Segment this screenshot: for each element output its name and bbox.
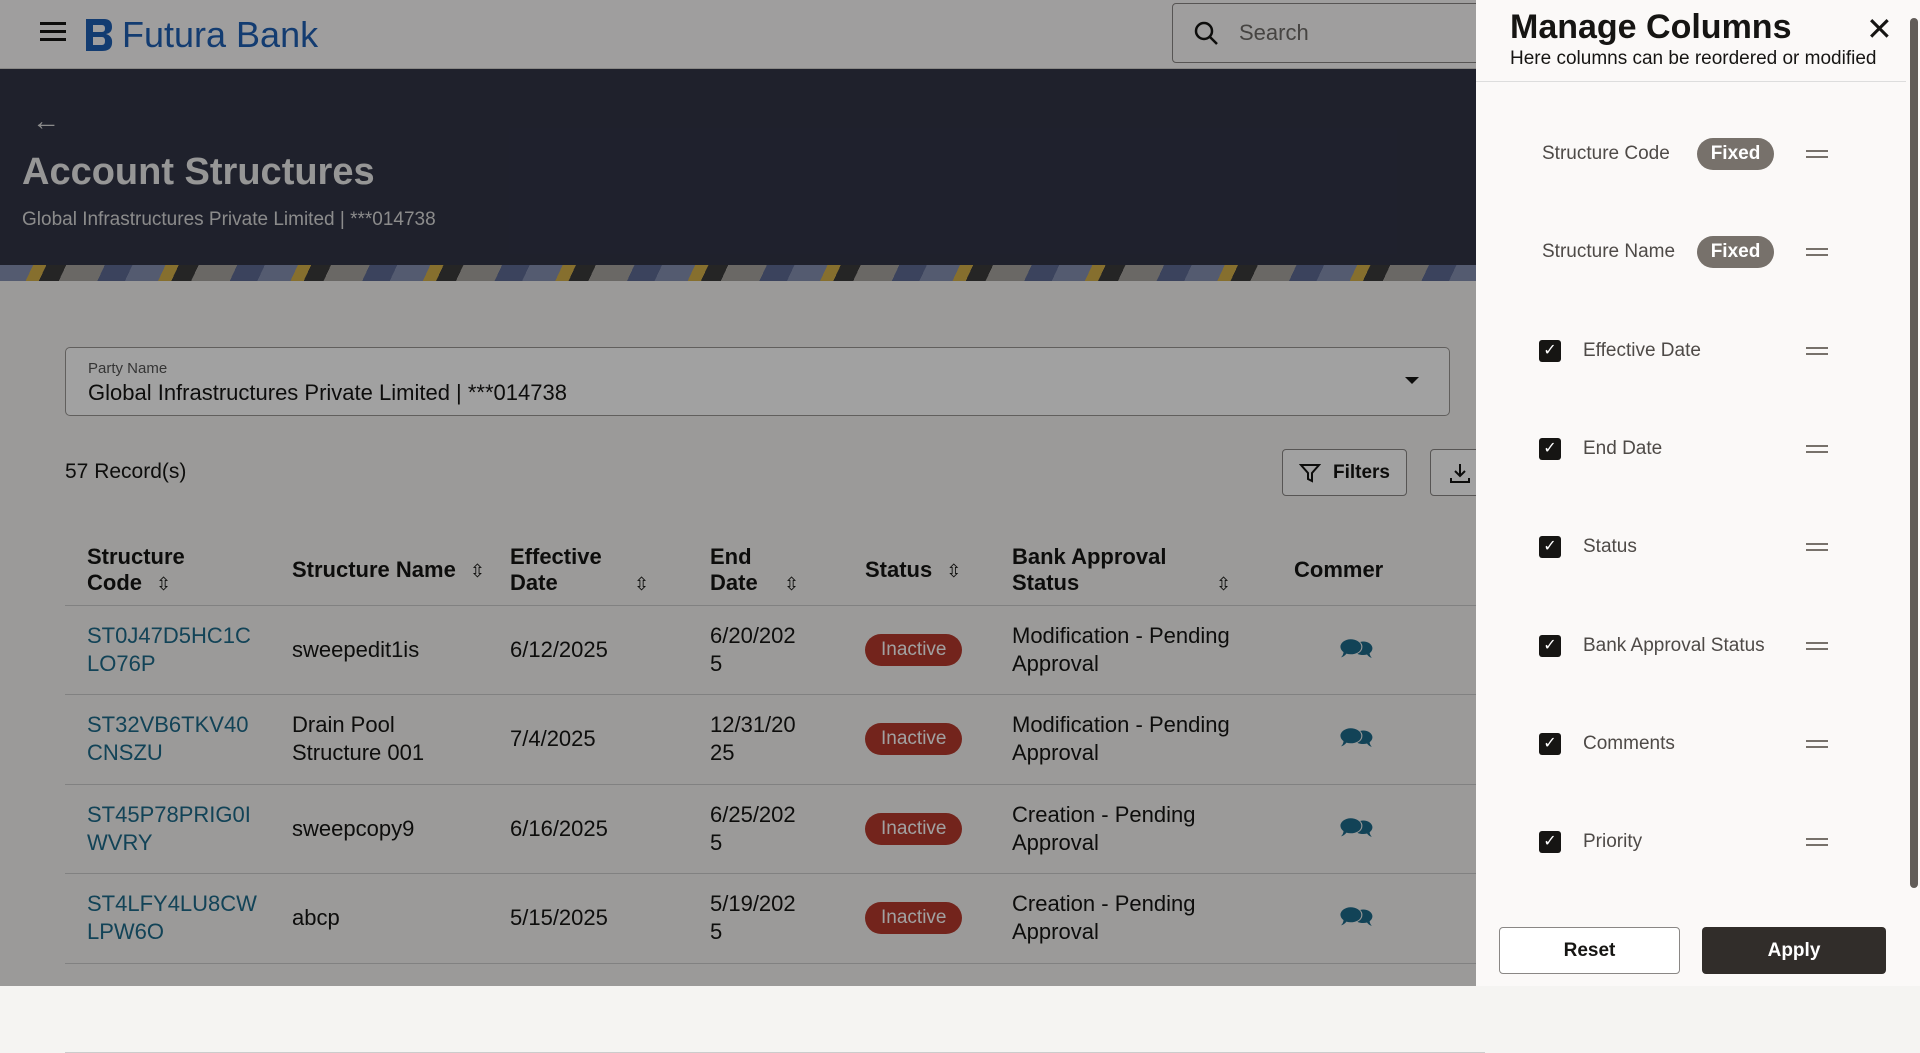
divider [1476, 81, 1906, 82]
checkbox[interactable]: ✓ [1539, 437, 1561, 460]
panel-title: Manage Columns [1510, 8, 1792, 46]
column-label: Effective Date [1583, 339, 1701, 361]
drag-handle-icon[interactable] [1806, 838, 1828, 847]
drag-handle-icon[interactable] [1806, 641, 1828, 650]
checkbox[interactable]: ✓ [1539, 831, 1561, 854]
drag-handle-icon[interactable] [1806, 346, 1828, 355]
apply-button[interactable]: Apply [1702, 927, 1886, 974]
modal-overlay[interactable] [0, 0, 1476, 986]
column-item[interactable]: ✓ Comments [1476, 724, 1906, 764]
column-item[interactable]: ✓ End Date [1476, 429, 1906, 469]
drag-handle-icon[interactable] [1806, 739, 1828, 748]
drag-handle-icon[interactable] [1806, 444, 1828, 453]
panel-subtitle: Here columns can be reordered or modifie… [1510, 48, 1877, 69]
fixed-badge: Fixed [1697, 138, 1774, 170]
column-label: Structure Code [1542, 143, 1670, 164]
column-label: Priority [1583, 831, 1643, 853]
column-item[interactable]: ✓ Status [1476, 527, 1906, 567]
drag-handle-icon[interactable] [1806, 248, 1828, 257]
column-item[interactable]: Structure Name Fixed [1476, 232, 1906, 272]
column-item[interactable]: ✓ Priority [1476, 822, 1906, 862]
checkbox[interactable]: ✓ [1539, 732, 1561, 755]
column-label: Structure Name [1542, 241, 1676, 263]
column-item[interactable]: ✓ Effective Date [1476, 331, 1906, 371]
checkbox[interactable]: ✓ [1539, 536, 1561, 559]
reset-button[interactable]: Reset [1499, 927, 1680, 974]
column-item[interactable]: ✓ Bank Approval Status [1476, 626, 1906, 666]
drag-handle-icon[interactable] [1806, 543, 1828, 552]
column-label: Comments [1583, 732, 1675, 754]
column-label: End Date [1583, 437, 1663, 459]
checkbox[interactable]: ✓ [1539, 339, 1561, 362]
manage-columns-panel: Manage Columns Here columns can be reord… [1476, 0, 1920, 986]
column-label: Status [1583, 536, 1637, 558]
drag-handle-icon[interactable] [1806, 150, 1828, 158]
column-label: Bank Approval Status [1583, 634, 1765, 656]
fixed-badge: Fixed [1697, 236, 1774, 269]
checkbox[interactable]: ✓ [1539, 634, 1561, 657]
close-icon[interactable]: ✕ [1866, 10, 1893, 48]
column-item[interactable]: Structure Code Fixed [1476, 134, 1906, 174]
scrollbar[interactable] [1910, 18, 1918, 888]
